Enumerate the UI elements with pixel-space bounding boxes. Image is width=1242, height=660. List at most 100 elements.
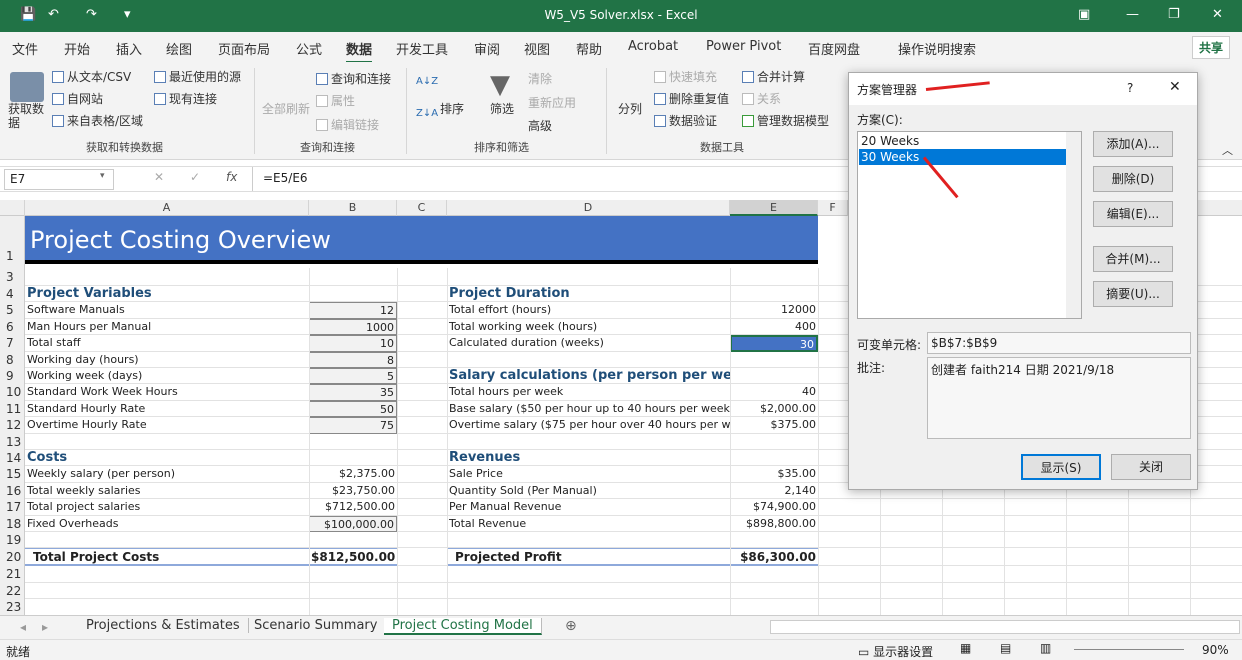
column-header-D[interactable]: D <box>447 200 730 216</box>
cell-B10[interactable]: 35 <box>309 384 397 401</box>
relationships-button[interactable]: 关系 <box>742 90 781 107</box>
reapply-button[interactable]: 重新应用 <box>528 94 576 111</box>
filter-button[interactable]: 筛选 <box>490 100 514 117</box>
menu-tab-2[interactable]: 插入 <box>116 39 142 58</box>
column-header-C[interactable]: C <box>397 200 447 216</box>
enter-icon[interactable]: ✓ <box>190 170 200 184</box>
text-to-columns-button[interactable]: 分列 <box>618 100 642 117</box>
sort-za-icon[interactable]: Z↓A <box>416 108 438 119</box>
menu-tab-10[interactable]: 帮助 <box>576 39 602 58</box>
manage-data-model-button[interactable]: 管理数据模型 <box>742 112 829 129</box>
scenario-item-selected[interactable]: 30 Weeks <box>859 149 1067 165</box>
show-button[interactable]: 显示(S) <box>1021 454 1101 480</box>
from-web-button[interactable]: 自网站 <box>52 90 103 107</box>
sort-button[interactable]: 排序 <box>440 100 464 117</box>
list-scrollbar[interactable] <box>1066 132 1081 318</box>
cell-D5[interactable]: Total effort (hours) <box>447 302 730 318</box>
row-header[interactable]: 9 <box>0 368 25 385</box>
data-validation-button[interactable]: 数据验证 <box>654 112 717 129</box>
cell-E16[interactable]: 2,140 <box>730 483 818 499</box>
menu-tab-7[interactable]: 开发工具 <box>396 39 448 58</box>
get-data-button[interactable]: 获取数据 <box>8 102 48 130</box>
zoom-level[interactable]: 90% <box>1202 643 1229 657</box>
menu-tab-9[interactable]: 视图 <box>524 39 550 58</box>
row-header[interactable]: 18 <box>0 515 25 532</box>
cell-E12[interactable]: $375.00 <box>730 417 818 433</box>
cell-D18[interactable]: Total Revenue <box>447 516 730 532</box>
delete-button[interactable]: 删除(D) <box>1093 166 1173 192</box>
cell-B16[interactable]: $23,750.00 <box>309 483 397 499</box>
cell-D12[interactable]: Overtime salary ($75 per hour over 40 ho… <box>447 417 730 433</box>
menu-tab-8[interactable]: 审阅 <box>474 39 500 58</box>
summary-button[interactable]: 摘要(U)... <box>1093 281 1173 307</box>
horizontal-scrollbar[interactable] <box>770 620 1240 634</box>
row-header[interactable]: 23 <box>0 599 25 616</box>
select-all-corner[interactable] <box>0 200 25 216</box>
from-text-button[interactable]: 从文本/CSV <box>52 68 131 85</box>
advanced-button[interactable]: 高级 <box>528 117 552 134</box>
cell-D4[interactable]: Project Duration <box>447 286 730 302</box>
column-header-E[interactable]: E <box>730 200 818 216</box>
cell-A14[interactable]: Costs <box>25 450 309 466</box>
cell-A20[interactable]: Total Project Costs <box>25 548 309 567</box>
recent-sources-button[interactable]: 最近使用的源 <box>154 68 241 85</box>
cell-E15[interactable]: $35.00 <box>730 466 818 482</box>
cell-B7[interactable]: 10 <box>309 335 397 352</box>
cell-E10[interactable]: 40 <box>730 384 818 400</box>
row-header[interactable]: 11 <box>0 400 25 418</box>
cell-A6[interactable]: Man Hours per Manual <box>25 319 309 335</box>
add-sheet-icon[interactable]: ⊕ <box>565 618 577 634</box>
normal-view-icon[interactable]: ▦ <box>960 641 971 655</box>
cell-B8[interactable]: 8 <box>309 351 397 368</box>
row-header[interactable]: 1 <box>0 216 25 268</box>
menu-tab-3[interactable]: 绘图 <box>166 39 192 58</box>
zoom-slider[interactable] <box>1074 649 1184 650</box>
page-break-icon[interactable]: ▥ <box>1040 641 1051 655</box>
cell-B15[interactable]: $2,375.00 <box>309 466 397 482</box>
cell-A10[interactable]: Standard Work Week Hours <box>25 384 309 400</box>
row-header[interactable]: 17 <box>0 499 25 516</box>
clear-button[interactable]: 清除 <box>528 70 552 87</box>
row-header[interactable]: 3 <box>0 268 25 286</box>
cell-A18[interactable]: Fixed Overheads <box>25 516 309 532</box>
row-header[interactable]: 14 <box>0 450 25 467</box>
menu-tab-5[interactable]: 公式 <box>296 39 322 58</box>
cell-D20[interactable]: Projected Profit <box>447 548 730 567</box>
column-header-A[interactable]: A <box>25 200 309 216</box>
ribbon-display-icon[interactable]: ▣ <box>1078 7 1090 22</box>
cell-B18[interactable]: $100,000.00 <box>309 515 397 532</box>
menu-tab-11[interactable]: Acrobat <box>628 39 678 54</box>
row-header[interactable]: 15 <box>0 466 25 483</box>
cell-E5[interactable]: 12000 <box>730 302 818 318</box>
cell-B20[interactable]: $812,500.00 <box>309 548 397 567</box>
cell-A7[interactable]: Total staff <box>25 335 309 351</box>
row-header[interactable]: 16 <box>0 482 25 500</box>
share-button[interactable]: 共享 <box>1191 36 1230 59</box>
cell-B17[interactable]: $712,500.00 <box>309 499 397 515</box>
sheet-tab-1[interactable]: Scenario Summary <box>246 618 387 633</box>
cell-A12[interactable]: Overtime Hourly Rate <box>25 417 309 433</box>
row-header[interactable]: 13 <box>0 433 25 450</box>
consolidate-button[interactable]: 合并计算 <box>742 68 805 85</box>
edit-links-button[interactable]: 编辑链接 <box>316 116 379 133</box>
cell-E7[interactable]: 30 <box>730 335 818 352</box>
scenario-item[interactable]: 20 Weeks <box>859 133 1067 149</box>
row-header[interactable]: 19 <box>0 532 25 549</box>
cell-D15[interactable]: Sale Price <box>447 466 730 482</box>
column-header-B[interactable]: B <box>309 200 397 216</box>
menu-tab-6[interactable]: 数据 <box>346 39 373 63</box>
scenario-list[interactable]: 20 Weeks 30 Weeks <box>857 131 1082 319</box>
page-layout-icon[interactable]: ▤ <box>1000 641 1011 655</box>
help-button[interactable]: ? <box>1127 81 1133 95</box>
prev-sheet-icon[interactable]: ◂ <box>20 620 26 634</box>
refresh-all-button[interactable]: 全部刷新 <box>262 100 310 117</box>
cell-A16[interactable]: Total weekly salaries <box>25 483 309 499</box>
sort-az-icon[interactable]: A↓Z <box>416 76 438 87</box>
cell-A15[interactable]: Weekly salary (per person) <box>25 466 309 482</box>
cell-E17[interactable]: $74,900.00 <box>730 499 818 515</box>
tell-me-search[interactable]: 操作说明搜索 <box>898 39 976 58</box>
restore-icon[interactable]: ❐ <box>1168 7 1180 22</box>
cell-E18[interactable]: $898,800.00 <box>730 516 818 532</box>
cell-A9[interactable]: Working week (days) <box>25 368 309 384</box>
sheet-tab-2[interactable]: Project Costing Model <box>384 618 542 635</box>
